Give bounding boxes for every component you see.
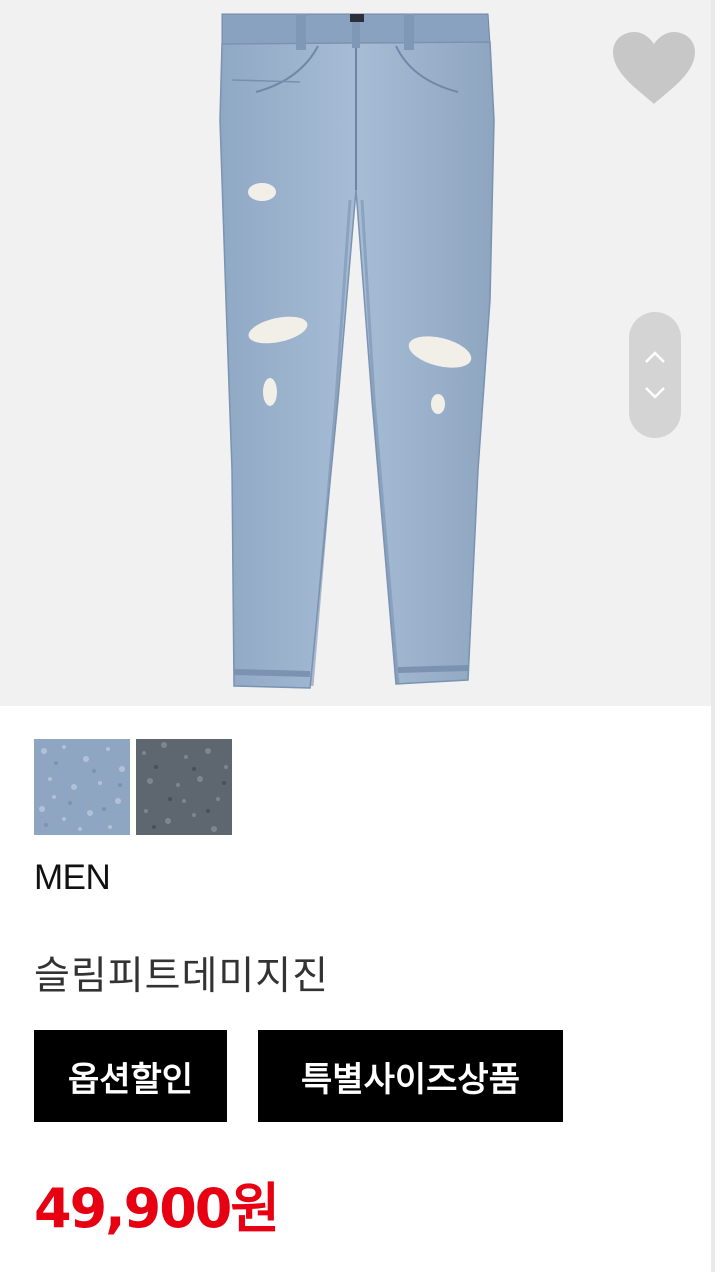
dark-denim-texture [136,739,232,835]
product-title: 슬림피트데미지진 [34,954,330,999]
color-swatches [34,739,232,835]
product-image[interactable] [0,0,711,706]
image-scroll-control [629,312,681,438]
heart-icon [613,32,695,104]
wishlist-button[interactable] [608,26,700,110]
gender-label: MEN [34,858,111,897]
swatch-light-blue-denim[interactable] [34,739,130,835]
light-denim-texture [34,739,130,835]
product-price: 49,900원 [34,1177,280,1240]
image-down-button[interactable] [641,382,669,404]
chevron-up-icon [645,351,665,363]
image-up-button[interactable] [641,346,669,368]
swatch-dark-gray-denim[interactable] [136,739,232,835]
chevron-down-icon [645,387,665,399]
jeans-image [219,13,495,689]
tag-option-discount: 옵션할인 [34,1030,227,1122]
product-detail-page: MEN 슬림피트데미지진 옵션할인 특별사이즈상품 49,900원 [0,0,715,1272]
tag-special-size: 특별사이즈상품 [258,1030,563,1122]
scrollbar-track [711,0,715,1272]
